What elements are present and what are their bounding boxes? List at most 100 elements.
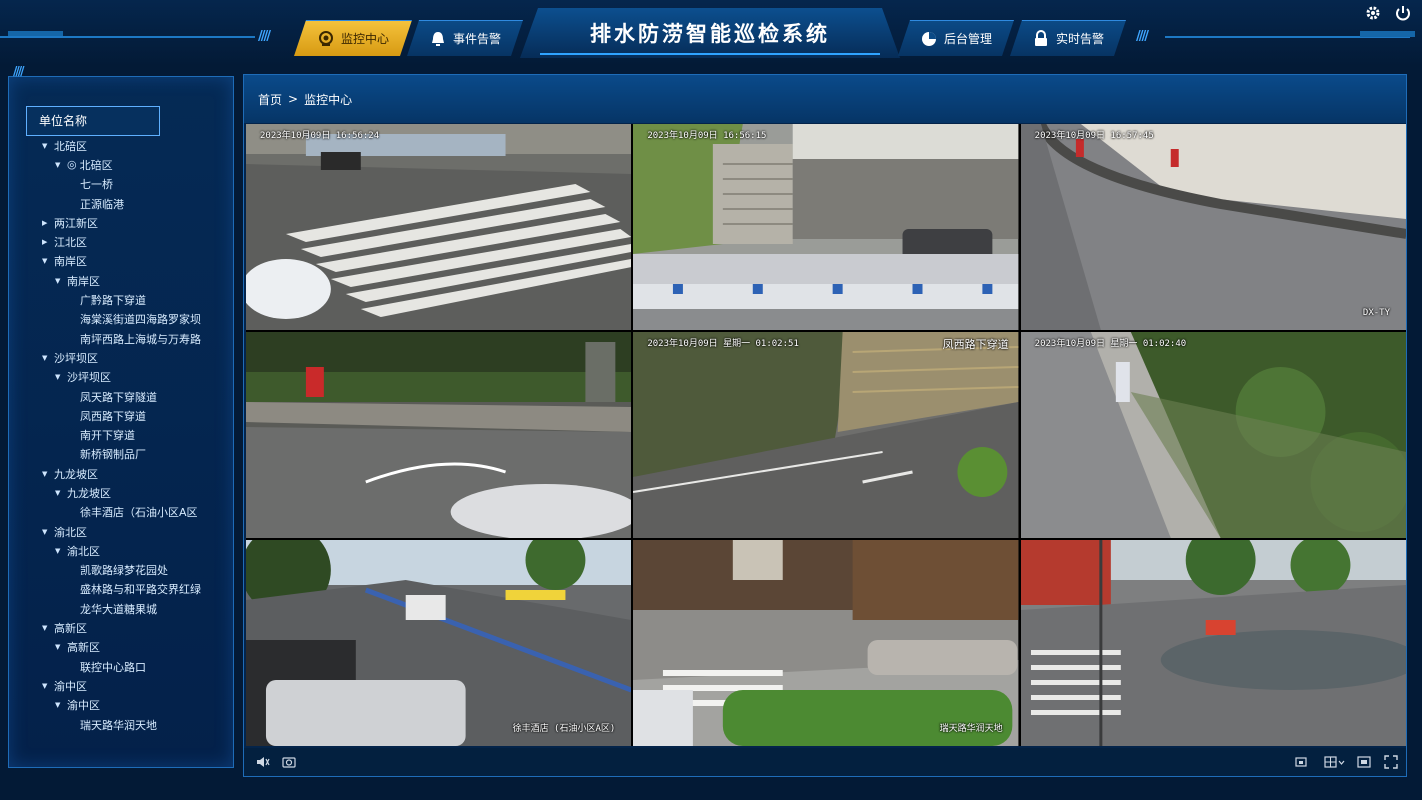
camera-feed-image — [633, 124, 1019, 330]
caret-down-icon[interactable]: ▼ — [42, 682, 54, 690]
tree-node[interactable]: 瑞天路华润天地 — [9, 715, 233, 734]
stripes-decoration-left: //// — [258, 29, 271, 44]
tree-node[interactable]: ▼ 渝北区 — [9, 522, 233, 541]
tree-node[interactable]: 盛林路与和平路交界红绿 — [9, 580, 233, 599]
caret-down-icon[interactable]: ▼ — [55, 701, 67, 709]
tree-node[interactable]: 正源临港 — [9, 194, 233, 213]
breadcrumb: 首页 > 监控中心 — [244, 75, 1406, 123]
fullscreen-icon[interactable] — [1384, 754, 1398, 769]
tree-node[interactable]: ▼ 渝中区 — [9, 676, 233, 695]
tree-node[interactable]: ▼ 南岸区 — [9, 252, 233, 271]
caret-down-icon[interactable]: ▼ — [42, 624, 54, 632]
tree-node[interactable]: ▼ 九龙坡区 — [9, 483, 233, 502]
camera-feed-image — [246, 124, 632, 330]
monitor-main-panel: 首页 > 监控中心 2023年10月09日 16:56:24 2023年10月0… — [243, 74, 1407, 777]
camera-feed-9[interactable] — [1020, 540, 1406, 746]
caret-down-icon[interactable]: ▼ — [55, 643, 67, 651]
system-title: 排水防涝智能巡检系统 — [590, 22, 830, 46]
camera-feed-1[interactable]: 2023年10月09日 16:56:24 — [246, 124, 632, 330]
caret-right-icon[interactable]: ▶ — [42, 238, 54, 246]
tree-node-label: 正源临港 — [80, 197, 124, 211]
caret-down-icon[interactable]: ▼ — [55, 161, 67, 169]
caret-down-icon[interactable]: ▼ — [42, 470, 54, 478]
nav-monitor-center[interactable]: 监控中心 — [294, 20, 412, 56]
tree-node-label: 高新区 — [67, 641, 100, 655]
tree-node[interactable]: ▶ 江北区 — [9, 232, 233, 251]
tree-node[interactable]: 凤天路下穿隧道 — [9, 387, 233, 406]
nav-realtime-alarm[interactable]: 实时告警 — [1010, 20, 1126, 56]
caret-down-icon[interactable]: ▼ — [55, 547, 67, 555]
power-icon[interactable] — [1394, 4, 1412, 22]
tree-node-label: 联控中心路口 — [80, 660, 146, 674]
tree-node[interactable]: ▼ 北碚区 — [9, 136, 233, 155]
video-wall: 2023年10月09日 16:56:24 2023年10月09日 16:56:1… — [246, 124, 1406, 746]
camera-feed-image — [246, 540, 632, 746]
camera-feed-image — [1020, 124, 1406, 330]
caret-down-icon[interactable]: ▼ — [42, 354, 54, 362]
camera-timestamp: 2023年10月09日 16:56:24 — [260, 131, 380, 141]
top-header: //// 监控中心 事件告警 排水防涝智能巡检系统 后台管理 实时告警 //// — [0, 0, 1422, 66]
tree-node[interactable]: ▶ 两江新区 — [9, 213, 233, 232]
tree-node[interactable]: 南坪西路上海城与万寿路 — [9, 329, 233, 348]
caret-down-icon[interactable]: ▼ — [42, 142, 54, 150]
tree-node[interactable]: 凤西路下穿道 — [9, 406, 233, 425]
camera-feed-image — [633, 332, 1019, 538]
caret-down-icon[interactable]: ▼ — [55, 277, 67, 285]
tree-node-label: 渝北区 — [67, 544, 100, 558]
volume-icon[interactable] — [256, 754, 270, 768]
tree-node[interactable]: ▼ 沙坪坝区 — [9, 368, 233, 387]
tree-node[interactable]: 南开下穿道 — [9, 425, 233, 444]
camera-feed-6[interactable]: 2023年10月09日 星期一 01:02:40 — [1020, 332, 1406, 538]
caret-down-icon[interactable]: ▼ — [55, 373, 67, 381]
caret-down-icon[interactable]: ▼ — [55, 489, 67, 497]
camera-overlay-label: 瑞天路华润天地 — [939, 724, 1003, 734]
nav-admin[interactable]: 后台管理 — [898, 20, 1014, 56]
snapshot-icon[interactable] — [282, 754, 296, 768]
camera-feed-image — [1020, 332, 1406, 538]
layout-grid-icon[interactable] — [1324, 754, 1346, 768]
camera-feed-image — [1020, 540, 1406, 746]
tree-node-label: 广黔路下穿道 — [80, 294, 146, 308]
tree-node[interactable]: 七一桥 — [9, 175, 233, 194]
region-tree: ▼ 北碚区 ▼ ◎ 北碚区 七一桥 正源临港 ▶ 两江新区 ▶ 江北区 ▼ 南岸区 ▼ 南岸区 广黔路下穿道海… — [9, 136, 233, 734]
nav-event-alarm[interactable]: 事件告警 — [407, 20, 523, 56]
camera-feed-8[interactable]: 瑞天路华润天地 — [633, 540, 1019, 746]
tree-node[interactable]: 徐丰酒店（石油小区A区 — [9, 503, 233, 522]
tree-node[interactable]: 凯歌路绿梦花园处 — [9, 561, 233, 580]
caret-down-icon[interactable]: ▼ — [42, 257, 54, 265]
camera-feed-7[interactable]: 徐丰酒店 (石油小区A区) — [246, 540, 632, 746]
tree-node[interactable]: ▼ ◎ 北碚区 — [9, 155, 233, 174]
nav-realtime-alarm-label: 实时告警 — [1055, 32, 1104, 46]
tree-node-label: 北碚区 — [79, 158, 113, 172]
single-view-icon[interactable] — [1357, 754, 1371, 768]
settings-icon[interactable] — [1364, 4, 1382, 22]
tree-node[interactable]: ▼ 渝中区 — [9, 696, 233, 715]
tree-node[interactable]: ▼ 高新区 — [9, 618, 233, 637]
tree-node-label: 高新区 — [54, 622, 87, 636]
tree-node[interactable]: 龙华大道糖果城 — [9, 599, 233, 618]
tree-node-label: 江北区 — [54, 236, 87, 250]
tree-node[interactable]: 联控中心路口 — [9, 657, 233, 676]
camera-feed-4[interactable] — [246, 332, 632, 538]
breadcrumb-home[interactable]: 首页 — [258, 91, 282, 108]
camera-feed-2[interactable]: 2023年10月09日 16:56:15 — [633, 124, 1019, 330]
tree-node-label: 沙坪坝区 — [54, 351, 98, 365]
caret-right-icon[interactable]: ▶ — [42, 219, 54, 227]
tree-node[interactable]: ▼ 九龙坡区 — [9, 464, 233, 483]
tree-node-label: 凯歌路绿梦花园处 — [80, 564, 168, 578]
camera-feed-5[interactable]: 2023年10月09日 星期一 01:02:51 凤西路下穿道 — [633, 332, 1019, 538]
unit-search-input[interactable] — [26, 106, 160, 136]
camera-feed-3[interactable]: 2023年10月09日 16:57:45 DX-TY — [1020, 124, 1406, 330]
bell-icon — [429, 30, 447, 48]
tree-node[interactable]: 广黔路下穿道 — [9, 290, 233, 309]
tree-node[interactable]: 新桥钢制品厂 — [9, 445, 233, 464]
caret-down-icon[interactable]: ▼ — [42, 528, 54, 536]
tree-node[interactable]: ▼ 渝北区 — [9, 541, 233, 560]
tree-node[interactable]: 海棠溪街道四海路罗家坝 — [9, 310, 233, 329]
tree-node-label: 渝北区 — [54, 525, 87, 539]
lock-alarm-icon — [1032, 30, 1050, 48]
tree-node[interactable]: ▼ 高新区 — [9, 638, 233, 657]
record-icon[interactable] — [1294, 754, 1308, 768]
tree-node[interactable]: ▼ 南岸区 — [9, 271, 233, 290]
tree-node[interactable]: ▼ 沙坪坝区 — [9, 348, 233, 367]
